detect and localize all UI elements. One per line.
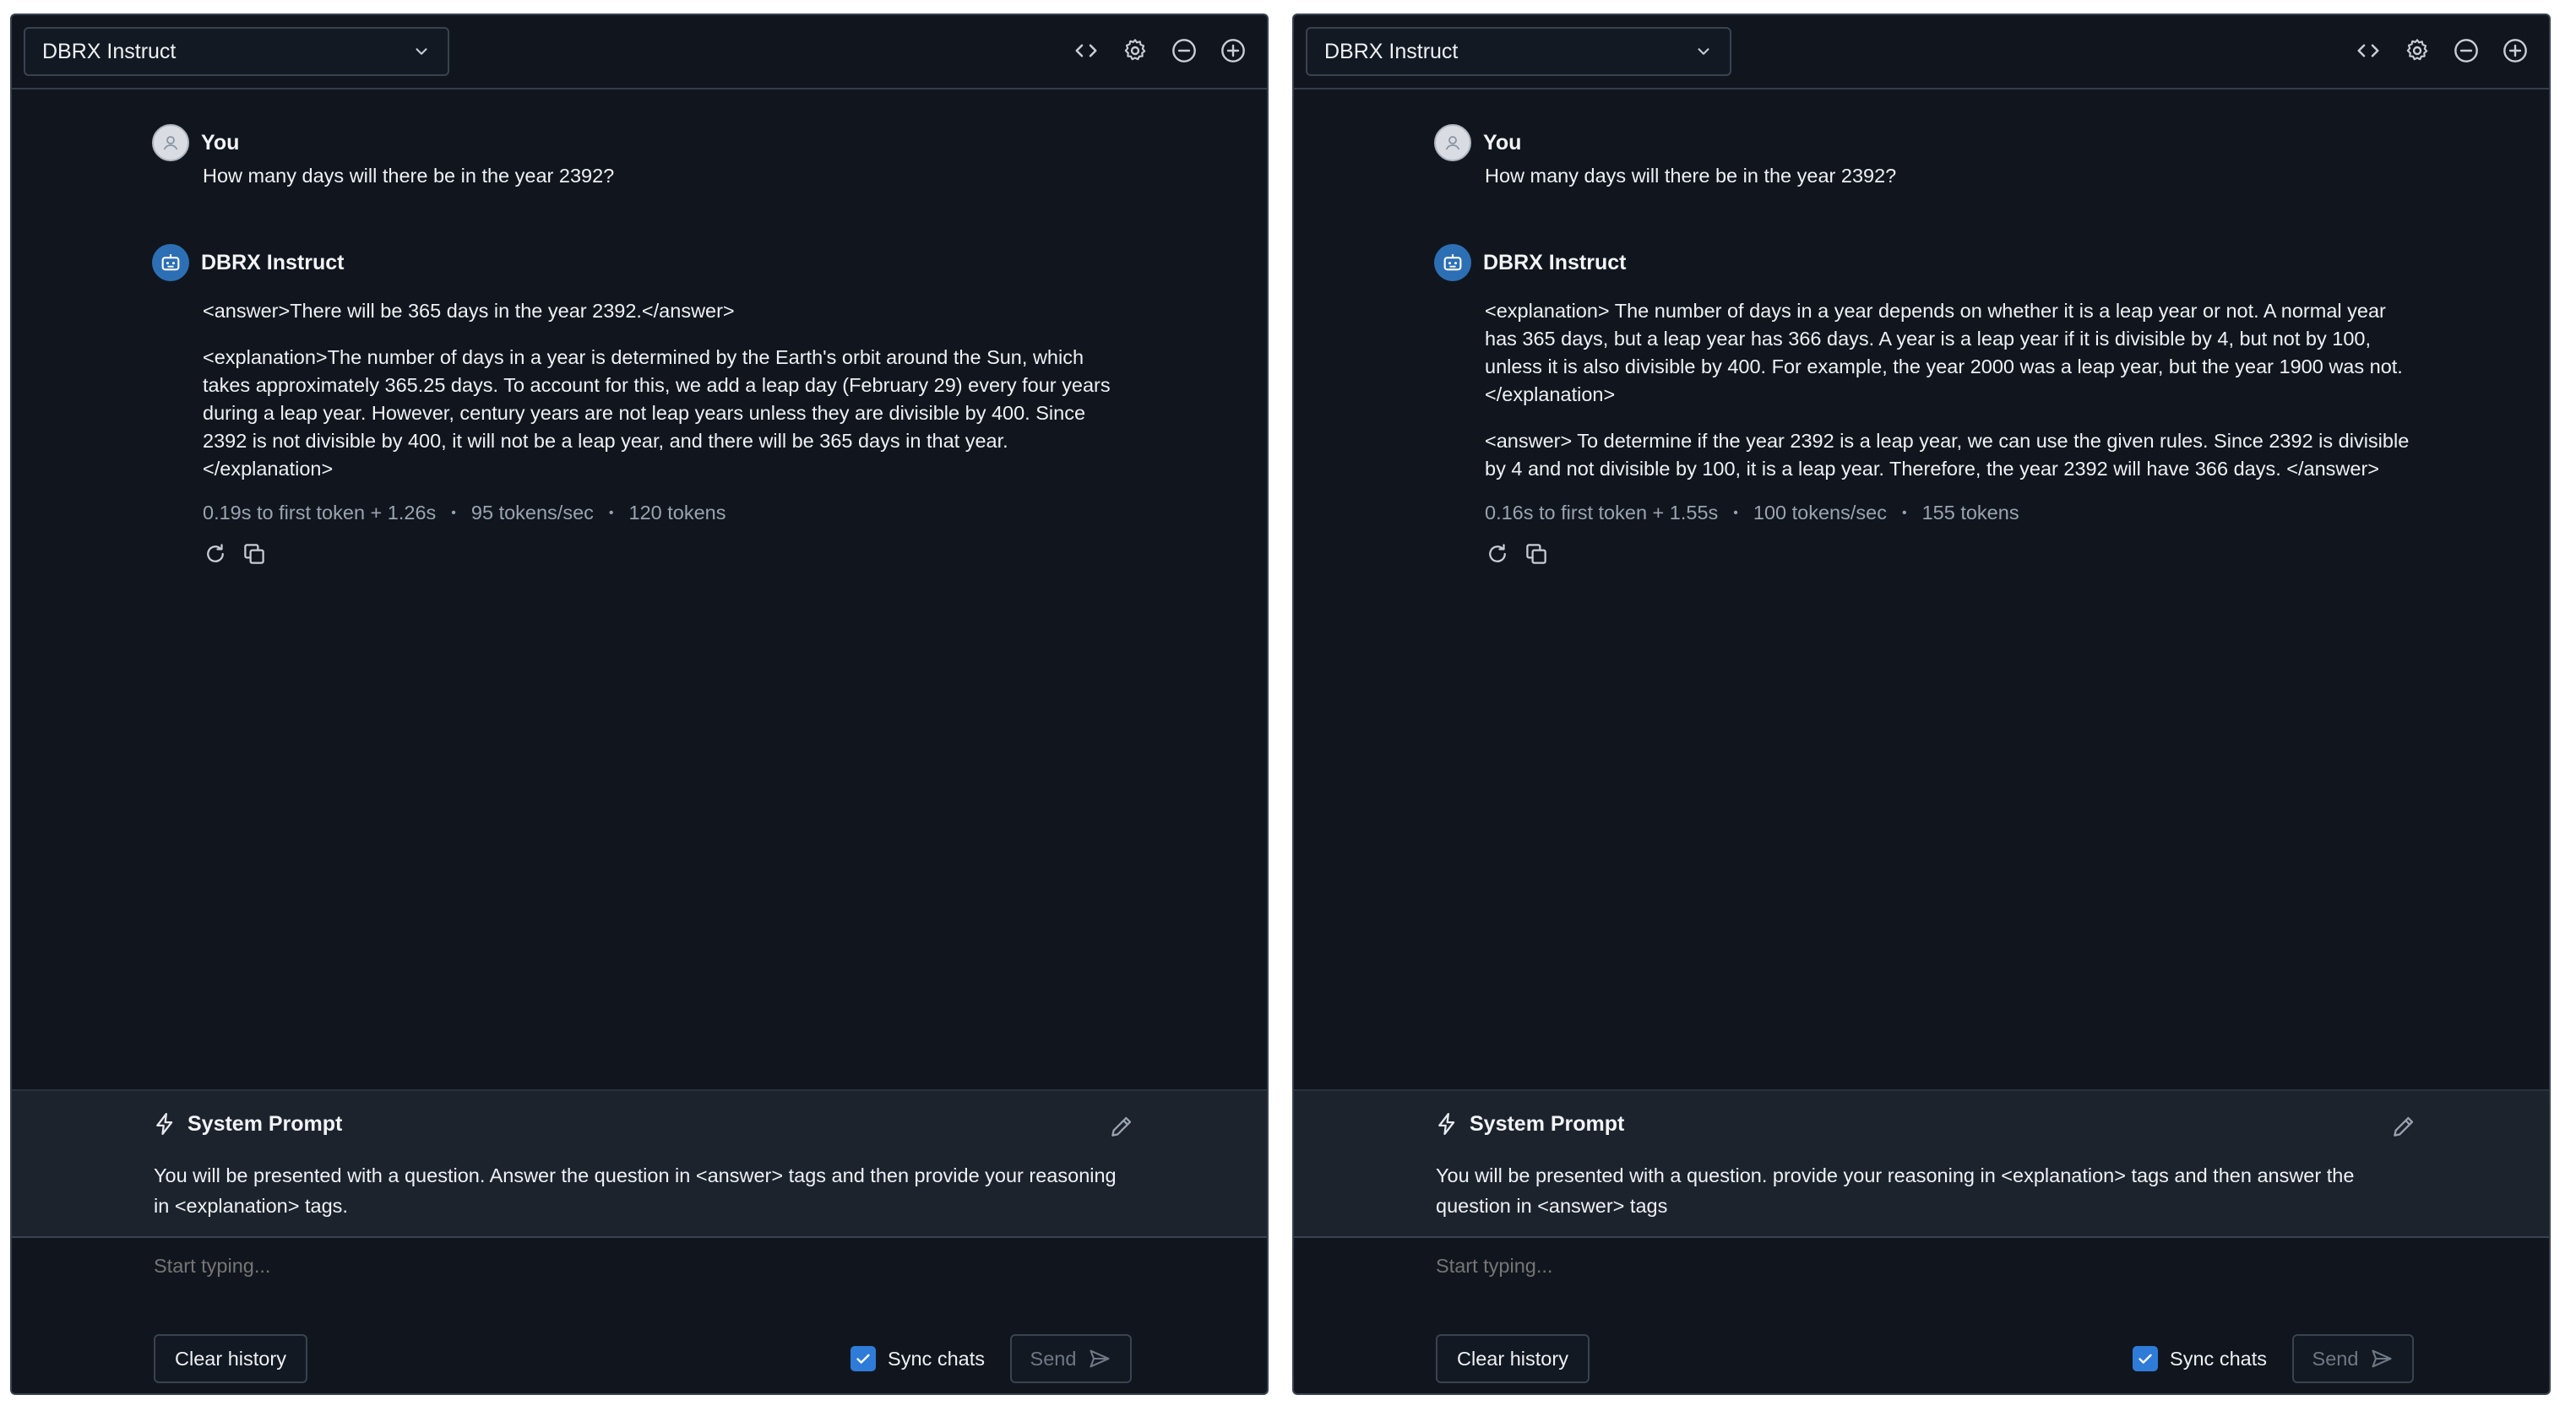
lightning-icon bbox=[1438, 1113, 1455, 1135]
stat-tokens: 155 tokens bbox=[1921, 502, 2019, 524]
assistant-message: DBRX Instruct <answer>There will be 365 … bbox=[152, 243, 1132, 567]
send-label: Send bbox=[1030, 1347, 1077, 1370]
system-prompt-text: You will be presented with a question. p… bbox=[1436, 1164, 2355, 1217]
user-avatar-icon bbox=[152, 124, 189, 161]
pencil-icon[interactable] bbox=[1108, 1113, 1135, 1140]
clear-history-button[interactable]: Clear history bbox=[1436, 1334, 1590, 1383]
sync-chats-toggle[interactable]: Sync chats bbox=[2133, 1346, 2267, 1371]
send-icon bbox=[1090, 1349, 1110, 1368]
panel-header: DBRX Instruct bbox=[1294, 15, 2549, 90]
plus-circle-icon[interactable] bbox=[1218, 35, 1248, 66]
robot-icon bbox=[1434, 244, 1471, 281]
copy-icon[interactable] bbox=[242, 541, 267, 567]
message-input[interactable] bbox=[154, 1245, 1132, 1346]
stat-latency: 0.16s to first token + 1.55s bbox=[1485, 502, 1719, 524]
system-prompt-text: You will be presented with a question. A… bbox=[154, 1164, 1117, 1217]
chat-panel-left: DBRX Instruct You How many days will the… bbox=[10, 14, 1269, 1395]
stat-latency: 0.19s to first token + 1.26s bbox=[203, 502, 437, 524]
send-label: Send bbox=[2312, 1347, 2359, 1370]
header-actions bbox=[2353, 35, 2530, 66]
chat-panel-right: DBRX Instruct You How many days will the… bbox=[1292, 14, 2551, 1395]
separator-dot: • bbox=[1901, 505, 1907, 520]
model-select[interactable]: DBRX Instruct bbox=[1306, 27, 1731, 76]
response-paragraph: <explanation>The number of days in a yea… bbox=[203, 346, 1111, 480]
user-message-text: How many days will there be in the year … bbox=[203, 165, 615, 187]
system-prompt-title: System Prompt bbox=[1470, 1111, 1625, 1136]
send-icon bbox=[2372, 1349, 2392, 1368]
user-author: You bbox=[1483, 130, 1522, 155]
assistant-message-text: <answer>There will be 365 days in the ye… bbox=[203, 297, 1132, 483]
response-paragraph: <explanation> The number of days in a ye… bbox=[1485, 300, 2403, 405]
user-message: You How many days will there be in the y… bbox=[152, 123, 1132, 190]
minus-circle-icon[interactable] bbox=[2451, 35, 2481, 66]
assistant-message-text: <explanation> The number of days in a ye… bbox=[1485, 297, 2414, 483]
gear-icon[interactable] bbox=[2402, 35, 2432, 66]
assistant-message: DBRX Instruct <explanation> The number o… bbox=[1434, 243, 2414, 567]
regenerate-icon[interactable] bbox=[1485, 541, 1510, 567]
clear-history-button[interactable]: Clear history bbox=[154, 1334, 307, 1383]
sync-checkbox[interactable] bbox=[851, 1346, 877, 1371]
response-paragraph: <answer>There will be 365 days in the ye… bbox=[203, 300, 735, 322]
gear-icon[interactable] bbox=[1120, 35, 1150, 66]
message-actions bbox=[1485, 541, 2414, 567]
sync-chats-label: Sync chats bbox=[2170, 1347, 2267, 1370]
sync-chats-toggle[interactable]: Sync chats bbox=[851, 1346, 985, 1371]
user-avatar-icon bbox=[1434, 124, 1471, 161]
stat-tokens: 120 tokens bbox=[628, 502, 726, 524]
code-icon[interactable] bbox=[1071, 35, 1101, 66]
robot-icon bbox=[152, 244, 189, 281]
minus-circle-icon[interactable] bbox=[1169, 35, 1199, 66]
stat-throughput: 95 tokens/sec bbox=[470, 502, 594, 524]
user-author: You bbox=[201, 130, 240, 155]
separator-dot: • bbox=[451, 505, 456, 520]
system-prompt-section: System Prompt You will be presented with… bbox=[1294, 1089, 2549, 1238]
user-message: You How many days will there be in the y… bbox=[1434, 123, 2414, 190]
model-select-label: DBRX Instruct bbox=[42, 39, 177, 63]
panel-footer: Clear history Sync chats Send bbox=[12, 1332, 1267, 1392]
message-actions bbox=[203, 541, 1132, 567]
pencil-icon[interactable] bbox=[2390, 1113, 2417, 1140]
header-actions bbox=[1071, 35, 1248, 66]
copy-icon[interactable] bbox=[1524, 541, 1549, 567]
send-button[interactable]: Send bbox=[1010, 1334, 1132, 1383]
panel-footer: Clear history Sync chats Send bbox=[1294, 1332, 2549, 1392]
separator-dot: • bbox=[1733, 505, 1738, 520]
send-button[interactable]: Send bbox=[2292, 1334, 2414, 1383]
system-prompt-section: System Prompt You will be presented with… bbox=[12, 1089, 1267, 1238]
sync-chats-label: Sync chats bbox=[888, 1347, 985, 1370]
panel-header: DBRX Instruct bbox=[12, 15, 1267, 90]
response-paragraph: <answer> To determine if the year 2392 i… bbox=[1485, 430, 2410, 480]
sync-checkbox[interactable] bbox=[2133, 1346, 2159, 1371]
response-stats: 0.19s to first token + 1.26s • 95 tokens… bbox=[203, 502, 1132, 524]
code-icon[interactable] bbox=[2353, 35, 2383, 66]
lightning-icon bbox=[156, 1113, 173, 1135]
assistant-author: DBRX Instruct bbox=[201, 250, 345, 274]
stat-throughput: 100 tokens/sec bbox=[1753, 502, 1887, 524]
plus-circle-icon[interactable] bbox=[2500, 35, 2530, 66]
chevron-down-icon bbox=[416, 48, 427, 55]
regenerate-icon[interactable] bbox=[203, 541, 228, 567]
chat-history: You How many days will there be in the y… bbox=[12, 91, 1267, 1089]
model-select[interactable]: DBRX Instruct bbox=[24, 27, 449, 76]
response-stats: 0.16s to first token + 1.55s • 100 token… bbox=[1485, 502, 2414, 524]
assistant-author: DBRX Instruct bbox=[1483, 250, 1627, 274]
user-message-text: How many days will there be in the year … bbox=[1485, 165, 1897, 187]
system-prompt-title: System Prompt bbox=[187, 1111, 343, 1136]
model-select-label: DBRX Instruct bbox=[1324, 39, 1459, 63]
message-input[interactable] bbox=[1436, 1245, 2414, 1346]
chevron-down-icon bbox=[1698, 48, 1709, 55]
chat-history: You How many days will there be in the y… bbox=[1294, 91, 2549, 1089]
separator-dot: • bbox=[608, 505, 614, 520]
